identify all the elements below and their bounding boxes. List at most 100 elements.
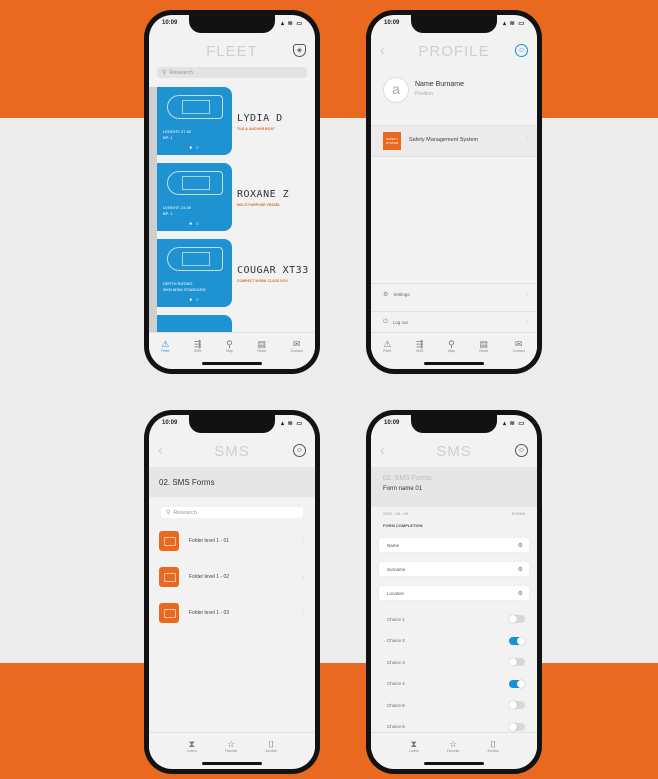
tab-label: SMS xyxy=(415,349,424,353)
news-icon: ▤ xyxy=(257,339,266,349)
search-input[interactable]: ⚲ Research xyxy=(161,507,303,518)
search-input[interactable]: ⚲ Research xyxy=(157,67,307,78)
gear-icon: ⚙ xyxy=(517,590,523,597)
background-band xyxy=(0,118,658,663)
pin-icon: ⚲ xyxy=(226,339,233,349)
form-completion-label: FORM COMPLETION xyxy=(383,523,423,528)
shield-icon[interactable]: ◈ xyxy=(293,44,306,57)
vessel-subtitle: COMPACT WORK CLASS ROV xyxy=(237,279,288,283)
folder-item[interactable]: Folder level 1 - 02 › xyxy=(159,567,305,587)
vessel-name[interactable]: ROXANE Z xyxy=(237,189,289,200)
field-label: Name xyxy=(387,542,400,548)
chevron-right-icon: › xyxy=(526,290,529,298)
tab-label: Archive xyxy=(487,749,500,753)
hourglass-icon: ⧗ xyxy=(188,739,195,749)
tab-fleet[interactable]: ⚠ Fleet xyxy=(383,339,391,353)
choice-toggle[interactable] xyxy=(509,658,525,666)
rov-drawing xyxy=(167,247,223,271)
tab-news[interactable]: ▤ News xyxy=(257,339,266,353)
status-icons: ▴ ≋ ▭ xyxy=(280,421,303,427)
back-icon[interactable]: ‹ xyxy=(158,442,163,459)
location-field[interactable]: Location ⚙ xyxy=(379,586,529,600)
choice-toggle[interactable] xyxy=(509,701,525,709)
star-icon: ☆ xyxy=(227,739,236,749)
logout-icon: ⏻ xyxy=(383,318,388,325)
tab-label: Map xyxy=(226,349,233,353)
tab-favorite[interactable]: ☆ Favorite xyxy=(225,739,238,753)
user-icon[interactable]: ☺ xyxy=(515,44,528,57)
tab-bar: ⧗ Lorem ☆ Favorite ⌷ Archive xyxy=(149,732,315,759)
star-icon: ☆ xyxy=(449,739,458,749)
sidebar-strip xyxy=(149,87,157,333)
status-time: 10:09 xyxy=(384,420,400,426)
tab-map[interactable]: ⚲ Map xyxy=(226,339,233,353)
search-icon: ⚲ xyxy=(166,510,171,516)
page-title: SMS xyxy=(436,442,472,460)
tab-label: Archive xyxy=(265,749,278,753)
tab-archive[interactable]: ⌷ Archive xyxy=(487,739,499,753)
profile-header: ‹ PROFILE ☺ xyxy=(371,35,537,67)
vessel-card[interactable]: LENGHT: 27.92 BP: 1 ● ○ xyxy=(157,87,232,155)
tab-label: Lorem xyxy=(186,749,197,753)
choice-toggle[interactable] xyxy=(509,679,525,688)
choice-toggle[interactable] xyxy=(509,722,525,731)
tab-label: Favorite xyxy=(224,749,238,753)
form-name: Form name 01 xyxy=(383,486,423,492)
tab-archive[interactable]: ⌷ Archive xyxy=(265,739,277,753)
tab-bar: ⚠ Fleet ⇶ SMS ⚲ Map ▤ News ✉ Contact xyxy=(149,332,315,359)
choice-row: Choice 6 xyxy=(387,721,525,733)
tab-lorem[interactable]: ⧗ Lorem xyxy=(187,739,197,753)
vessel-name[interactable]: COUGAR XT33 xyxy=(237,265,309,276)
mail-icon: ✉ xyxy=(292,339,301,349)
tab-fleet[interactable]: ⚠ Fleet xyxy=(161,339,169,353)
sms-screen: 10:09 ▴ ≋ ▭ ‹ SMS ☺ 02. SMS Forms ⚲ Resear… xyxy=(149,415,315,769)
tab-news[interactable]: ▤ News xyxy=(479,339,488,353)
choice-label: Choice 5 xyxy=(387,702,405,708)
form-screen: 10:09 ▴ ≋ ▭ ‹ SMS ☺ 02. SMS Forms Form na… xyxy=(371,415,537,769)
boat-drawing xyxy=(167,171,223,195)
choice-toggle[interactable] xyxy=(509,636,525,645)
vessel-spec: DEPTH RATING 3000 MSW STANDARD xyxy=(163,281,206,292)
choice-toggle[interactable] xyxy=(509,615,525,623)
boat-drawing xyxy=(167,95,223,119)
vessel-name[interactable]: LYDIA D xyxy=(237,113,283,124)
chevron-right-icon: › xyxy=(526,318,529,326)
tab-map[interactable]: ⚲ Map xyxy=(448,339,455,353)
notch xyxy=(189,415,275,433)
settings-item[interactable]: ⚙ Settings › xyxy=(371,283,537,304)
section-title: 02. SMS Forms xyxy=(149,467,315,497)
choice-row: Choice 3 xyxy=(387,656,525,668)
choice-label: Choice 1 xyxy=(387,616,405,622)
back-icon[interactable]: ‹ xyxy=(380,442,385,459)
user-icon[interactable]: ☺ xyxy=(515,444,528,457)
logout-item[interactable]: ⏻ Log out › xyxy=(371,311,537,332)
vessel-card[interactable]: LENGHT: 24.00 BP: 1 ● ○ xyxy=(157,163,232,231)
phone-sms: 10:09 ▴ ≋ ▭ ‹ SMS ☺ 02. SMS Forms ⚲ Resear… xyxy=(144,410,320,774)
status-time: 10:09 xyxy=(162,420,178,426)
sms-icon: ⇶ xyxy=(415,339,424,349)
fleet-header: FLEET ◈ xyxy=(149,35,315,67)
tab-sms[interactable]: ⇶ SMS xyxy=(416,339,424,353)
name-field[interactable]: Name ⚙ xyxy=(379,538,529,552)
phone-profile: 10:09 ▴ ≋ ▭ ‹ PROFILE ☺ a Name Burname Po… xyxy=(366,10,542,374)
form-code: N°0000 xyxy=(511,511,525,516)
folder-item[interactable]: Folder level 1 - 01 › xyxy=(159,531,305,551)
sms-menu-item[interactable]: SAFETY SYSTEM Safety Management System › xyxy=(371,125,537,157)
tab-contact[interactable]: ✉ Contact xyxy=(513,339,525,353)
tab-sms[interactable]: ⇶ SMS xyxy=(194,339,202,353)
tab-favorite[interactable]: ☆ Favorite xyxy=(447,739,460,753)
warning-icon: ⚠ xyxy=(383,339,392,349)
tab-lorem[interactable]: ⧗ Lorem xyxy=(409,739,419,753)
home-indicator xyxy=(424,762,484,765)
bookmark-icon: ⌷ xyxy=(490,739,496,749)
vessel-card[interactable]: DEPTH RATING 3000 MSW STANDARD ● ○ xyxy=(157,239,232,307)
tab-contact[interactable]: ✉ Contact xyxy=(291,339,303,353)
user-icon[interactable]: ☺ xyxy=(293,444,306,457)
folder-item[interactable]: Folder level 1 - 03 › xyxy=(159,603,305,623)
tab-label: Map xyxy=(448,349,455,353)
back-icon[interactable]: ‹ xyxy=(380,42,385,59)
chevron-right-icon: › xyxy=(526,135,529,142)
settings-label: Settings xyxy=(393,291,410,297)
surname-field[interactable]: Surname ⚙ xyxy=(379,562,529,576)
search-icon: ⚲ xyxy=(162,70,167,76)
